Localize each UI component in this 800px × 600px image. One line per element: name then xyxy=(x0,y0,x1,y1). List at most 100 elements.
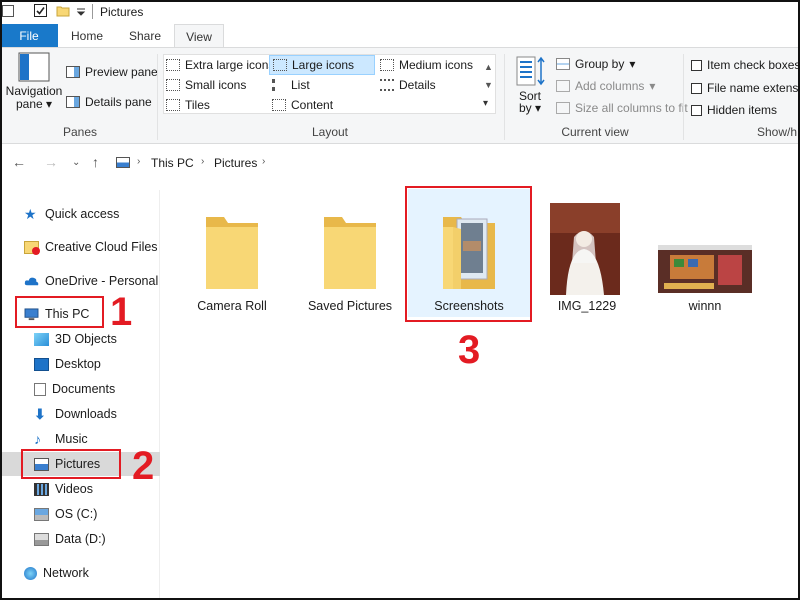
show-hide-group-label: Show/h xyxy=(757,125,798,139)
back-arrow-icon[interactable]: ← xyxy=(12,154,26,170)
folder-icon xyxy=(206,217,258,289)
large-icons-option[interactable]: Large icons xyxy=(269,55,375,75)
nav-desktop[interactable]: Desktop xyxy=(0,352,160,376)
add-columns-icon xyxy=(556,80,570,92)
hidden-items-toggle[interactable]: Hidden items xyxy=(691,103,777,117)
extra-large-icons-label: Extra large icons xyxy=(185,58,275,72)
nav-onedrive[interactable]: OneDrive - Personal xyxy=(0,269,160,293)
file-item-img-1229[interactable]: IMG_1229 xyxy=(526,189,648,317)
annotation-number-3: 3 xyxy=(458,328,481,372)
size-all-columns-label: Size all columns to fit xyxy=(575,101,688,115)
tab-home[interactable]: Home xyxy=(58,24,116,48)
nav-videos-label: Videos xyxy=(55,482,93,496)
navigation-pane-label-1: Navigation xyxy=(5,84,63,98)
hidden-items-checkbox[interactable] xyxy=(691,104,702,116)
pictures-location-icon xyxy=(116,157,130,168)
new-folder-icon[interactable] xyxy=(56,4,70,18)
extra-large-icons-option[interactable]: Extra large icons xyxy=(166,58,274,72)
breadcrumb-chevron-icon[interactable]: › xyxy=(201,156,204,167)
file-name-extensions-label: File name extensio xyxy=(707,81,800,95)
navigation-pane: ★ Quick access Creative Cloud Files OneD… xyxy=(0,190,160,600)
address-bar[interactable]: › This PC › Pictures › xyxy=(110,149,800,177)
file-item-winnn[interactable]: winnn xyxy=(644,189,766,317)
medium-icons-option[interactable]: Medium icons xyxy=(380,58,473,72)
tiles-option[interactable]: Tiles xyxy=(166,98,210,112)
file-name: Screenshots xyxy=(434,299,504,313)
cube-icon xyxy=(34,332,49,346)
list-label: List xyxy=(291,78,310,92)
item-check-boxes-toggle[interactable]: Item check boxes xyxy=(691,58,800,72)
breadcrumb-chevron-icon[interactable]: › xyxy=(262,156,265,167)
drive-icon xyxy=(34,532,49,546)
nav-data-d-label: Data (D:) xyxy=(55,532,106,546)
details-option[interactable]: Details xyxy=(380,78,436,92)
folder-icon xyxy=(324,217,376,289)
file-item-screenshots[interactable]: Screenshots xyxy=(408,189,530,317)
nav-this-pc[interactable]: This PC xyxy=(0,302,160,326)
tiles-label: Tiles xyxy=(185,98,210,112)
breadcrumb-pictures[interactable]: Pictures xyxy=(214,156,257,170)
window-title: Pictures xyxy=(100,5,144,19)
sort-by-icon xyxy=(516,56,545,86)
file-name: IMG_1229 xyxy=(557,299,617,313)
nav-documents[interactable]: Documents xyxy=(0,377,160,401)
folder-with-thumbnails-icon xyxy=(443,217,495,289)
file-item-saved-pictures[interactable]: Saved Pictures xyxy=(289,189,411,317)
customize-quick-access-icon[interactable] xyxy=(76,6,90,20)
window-icon[interactable] xyxy=(2,5,14,17)
desktop-icon xyxy=(34,357,49,371)
tab-share[interactable]: Share xyxy=(116,24,174,48)
size-all-columns-button[interactable]: Size all columns to fit xyxy=(556,101,688,115)
group-by-icon xyxy=(556,58,570,70)
up-arrow-icon[interactable]: ↑ xyxy=(92,154,99,170)
nav-downloads[interactable]: ⬇ Downloads xyxy=(0,402,160,426)
small-icons-option[interactable]: Small icons xyxy=(166,78,246,92)
tab-file[interactable]: File xyxy=(0,24,58,48)
nav-creative-cloud[interactable]: Creative Cloud Files xyxy=(0,235,160,259)
sort-label-2: by ▾ xyxy=(518,101,542,115)
file-name-extensions-checkbox[interactable] xyxy=(691,82,702,94)
breadcrumb-chevron-icon[interactable]: › xyxy=(137,156,140,167)
nav-data-d[interactable]: Data (D:) xyxy=(0,527,160,551)
navigation-pane-button[interactable]: Navigation pane ▾ xyxy=(6,52,62,111)
recent-locations-icon[interactable]: ⌄ xyxy=(72,157,80,168)
small-icons-label: Small icons xyxy=(185,78,247,92)
annotation-number-1: 1 xyxy=(110,290,133,334)
sort-by-button[interactable]: Sort by ▾ xyxy=(512,54,548,115)
group-by-button[interactable]: Group by ▾ xyxy=(556,57,635,71)
content-option[interactable]: Content xyxy=(272,98,333,112)
nav-music-label: Music xyxy=(55,432,88,446)
layout-scroll-arrows[interactable]: ▲ ▼ xyxy=(484,58,493,94)
medium-icons-label: Medium icons xyxy=(399,58,474,72)
nav-3d-objects[interactable]: 3D Objects xyxy=(0,327,160,351)
film-icon xyxy=(34,482,49,496)
layout-more-icon[interactable]: ▾ xyxy=(483,98,488,109)
ribbon-separator xyxy=(683,54,684,140)
add-columns-button[interactable]: Add columns ▾ xyxy=(556,79,655,93)
group-by-label: Group by xyxy=(575,57,625,71)
nav-network-label: Network xyxy=(43,566,89,580)
breadcrumb-this-pc[interactable]: This PC xyxy=(151,156,194,170)
forward-arrow-icon[interactable]: → xyxy=(44,154,58,170)
large-icons-label: Large icons xyxy=(292,58,355,72)
item-check-boxes-checkbox[interactable] xyxy=(691,59,702,71)
properties-icon[interactable] xyxy=(34,4,47,17)
title-separator xyxy=(92,4,93,19)
address-bar-row: ← → ⌄ ↑ › This PC › Pictures › xyxy=(0,145,800,181)
file-item-camera-roll[interactable]: Camera Roll xyxy=(171,189,293,317)
ribbon: Navigation pane ▾ Preview pane Details p… xyxy=(0,47,800,144)
file-name-extensions-toggle[interactable]: File name extensio xyxy=(691,81,800,95)
nav-os-c[interactable]: OS (C:) xyxy=(0,502,160,526)
nav-quick-access[interactable]: ★ Quick access xyxy=(0,202,160,226)
preview-pane-button[interactable]: Preview pane xyxy=(66,65,158,79)
annotation-number-2: 2 xyxy=(132,444,155,488)
list-option[interactable]: List xyxy=(272,78,310,92)
nav-network[interactable]: Network xyxy=(0,561,160,585)
pictures-icon xyxy=(34,457,49,471)
add-columns-label: Add columns xyxy=(575,79,645,93)
details-pane-button[interactable]: Details pane xyxy=(66,95,152,109)
file-name: Saved Pictures xyxy=(307,299,393,313)
tab-view[interactable]: View xyxy=(174,24,224,49)
details-icon xyxy=(380,79,394,91)
layout-group-label: Layout xyxy=(311,125,349,139)
